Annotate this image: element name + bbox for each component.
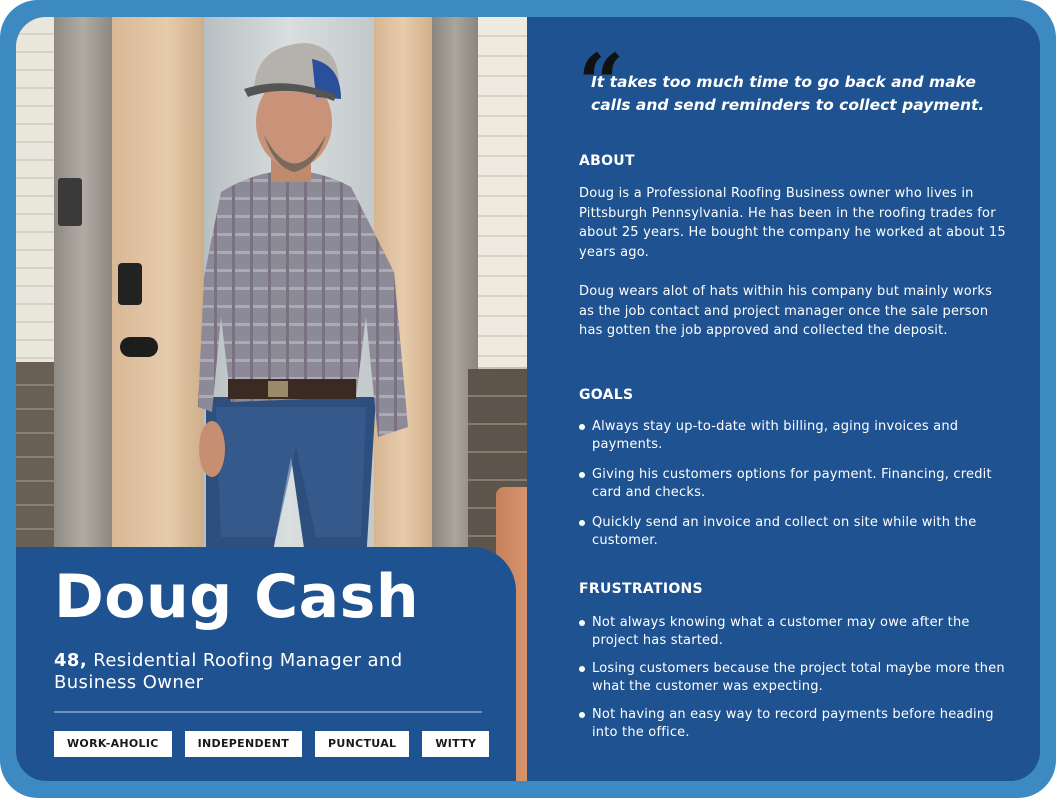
trait-tag: WORK-AHOLIC: [54, 731, 172, 757]
goal-item: Quickly send an invoice and collect on s…: [579, 514, 1019, 549]
persona-details: “ It takes too much time to go back and …: [528, 17, 1040, 781]
trait-tag: PUNCTUAL: [315, 731, 410, 757]
goal-item: Always stay up-to-date with billing, agi…: [579, 418, 1019, 453]
about-heading: ABOUT: [579, 153, 635, 169]
about-paragraph: Doug is a Professional Roofing Business …: [579, 186, 1006, 260]
persona-role: 48, Residential Roofing Manager and Busi…: [54, 650, 474, 694]
frustration-item: Not having an easy way to record payment…: [579, 706, 1019, 741]
trait-tag: INDEPENDENT: [184, 731, 303, 757]
persona-quote: It takes too much time to go back and ma…: [591, 73, 985, 114]
frustration-item: Not always knowing what a customer may o…: [579, 614, 1019, 649]
persona-card-frame: Doug Cash 48, Residential Roofing Manage…: [0, 0, 1056, 798]
name-divider: [54, 711, 482, 713]
persona-name: Doug Cash: [54, 562, 420, 632]
frustrations-list: Not always knowing what a customer may o…: [579, 614, 1019, 741]
person-figure: [198, 43, 408, 562]
goals-list: Always stay up-to-date with billing, agi…: [579, 418, 1019, 549]
persona-age: 48,: [54, 650, 88, 671]
goal-item: Giving his customers options for payment…: [579, 466, 1019, 501]
goals-heading: GOALS: [579, 387, 634, 403]
frustration-item: Losing customers because the project tot…: [579, 660, 1019, 695]
trait-tags: WORK-AHOLIC INDEPENDENT PUNCTUAL WITTY: [54, 731, 490, 757]
name-card: Doug Cash 48, Residential Roofing Manage…: [16, 547, 516, 781]
about-paragraph: Doug wears alot of hats within his compa…: [579, 284, 993, 338]
persona-card: Doug Cash 48, Residential Roofing Manage…: [16, 17, 1040, 781]
frustrations-heading: FRUSTRATIONS: [579, 581, 703, 597]
trait-tag: WITTY: [422, 731, 490, 757]
persona-title: Residential Roofing Manager and Business…: [54, 650, 403, 693]
